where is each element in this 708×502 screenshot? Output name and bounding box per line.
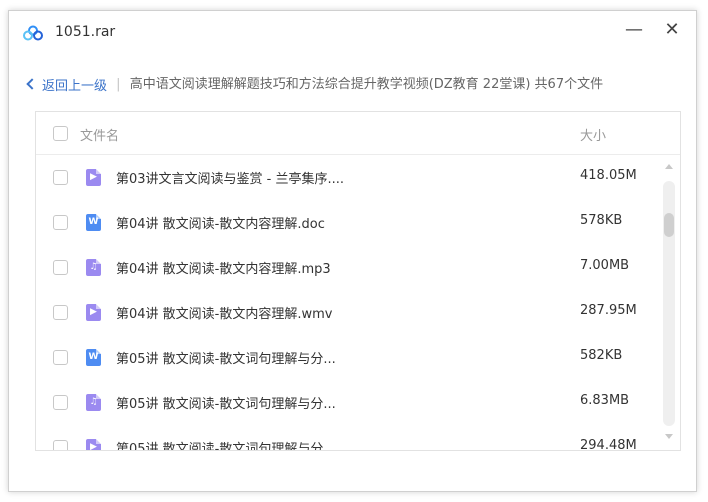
file-name: 第04讲 散文阅读-散文内容理解.doc <box>116 217 325 232</box>
word-doc-icon: W <box>86 349 101 366</box>
audio-file-icon: ♫ <box>86 259 101 276</box>
file-name: 第03讲文言文阅读与鉴赏 - 兰亭集序.... <box>116 172 345 187</box>
file-row[interactable]: ▶ 第05讲 散文阅读-散文词句理解与分... 294.48M <box>36 425 656 451</box>
close-button[interactable]: ✕ <box>657 15 687 45</box>
page-fold <box>96 259 101 264</box>
column-header-name[interactable]: 文件名 <box>80 125 119 144</box>
file-row[interactable]: ▶ 第03讲文言文阅读与鉴赏 - 兰亭集序.... 418.05M <box>36 155 656 200</box>
file-checkbox[interactable] <box>53 170 68 185</box>
page-fold <box>96 394 101 399</box>
video-file-icon: ▶ <box>86 169 101 186</box>
file-size: 582KB <box>580 348 623 363</box>
page-fold <box>96 439 101 444</box>
scrollbar-thumb[interactable] <box>664 213 674 237</box>
file-name: 第04讲 散文阅读-散文内容理解.mp3 <box>116 262 331 277</box>
file-name: 第04讲 散文阅读-散文内容理解.wmv <box>116 307 333 322</box>
breadcrumb-separator: | <box>116 77 121 92</box>
file-checkbox[interactable] <box>53 395 68 410</box>
list-header: 文件名 大小 <box>36 112 680 155</box>
back-button[interactable]: 返回上一级 <box>25 75 108 94</box>
back-label: 返回上一级 <box>42 78 108 94</box>
scroll-up-icon[interactable] <box>665 164 673 169</box>
folder-path: 高中语文阅读理解解题技巧和方法综合提升教学视频(DZ教育 22堂课) 共67个文… <box>129 77 604 92</box>
word-doc-icon: W <box>86 214 101 231</box>
file-list: ▶ 第03讲文言文阅读与鉴赏 - 兰亭集序.... 418.05M W 第04讲 散文阅… <box>36 155 656 451</box>
file-size: 287.95M <box>580 303 637 318</box>
scroll-down-icon[interactable] <box>665 434 673 439</box>
file-checkbox[interactable] <box>53 440 68 450</box>
file-size: 7.00MB <box>580 258 630 273</box>
page-fold <box>96 169 101 174</box>
file-row[interactable]: W 第04讲 散文阅读-散文内容理解.doc 578KB <box>36 200 656 245</box>
page-fold <box>96 214 101 219</box>
minimize-button[interactable]: — <box>619 15 649 45</box>
file-size: 294.48M <box>580 438 637 451</box>
file-size: 6.83MB <box>580 393 630 408</box>
file-size: 578KB <box>580 213 623 228</box>
file-checkbox[interactable] <box>53 215 68 230</box>
column-header-size[interactable]: 大小 <box>580 125 606 144</box>
file-list-panel: 文件名 大小 ▶ 第03讲文言文阅读与鉴赏 - 兰亭集序.... 418.05M W 第… <box>35 111 681 451</box>
page-fold <box>96 304 101 309</box>
archive-window: 1051.rar — ✕ 返回上一级 | 高中语文阅读理解解题技巧和方法综合提升… <box>8 10 697 492</box>
file-row[interactable]: W 第05讲 散文阅读-散文词句理解与分... 582KB <box>36 335 656 380</box>
file-name: 第05讲 散文阅读-散文词句理解与分... <box>116 352 336 367</box>
file-name: 第05讲 散文阅读-散文词句理解与分... <box>116 397 336 412</box>
file-checkbox[interactable] <box>53 305 68 320</box>
audio-file-icon: ♫ <box>86 394 101 411</box>
file-row[interactable]: ♫ 第04讲 散文阅读-散文内容理解.mp3 7.00MB <box>36 245 656 290</box>
file-row[interactable]: ▶ 第04讲 散文阅读-散文内容理解.wmv 287.95M <box>36 290 656 335</box>
file-name: 第05讲 散文阅读-散文词句理解与分... <box>116 442 336 451</box>
window-title: 1051.rar <box>55 24 116 40</box>
video-file-icon: ▶ <box>86 304 101 321</box>
select-all-checkbox[interactable] <box>53 126 68 141</box>
video-file-icon: ▶ <box>86 439 101 450</box>
file-checkbox[interactable] <box>53 260 68 275</box>
page-fold <box>96 349 101 354</box>
file-row[interactable]: ♫ 第05讲 散文阅读-散文词句理解与分... 6.83MB <box>36 380 656 425</box>
chevron-left-icon <box>26 78 38 90</box>
baidu-netdisk-cloud-icon <box>23 25 43 41</box>
file-checkbox[interactable] <box>53 350 68 365</box>
scrollbar-track[interactable] <box>663 181 675 426</box>
vertical-scrollbar[interactable] <box>662 164 676 444</box>
title-bar[interactable]: 1051.rar — ✕ <box>9 11 696 55</box>
breadcrumb: 返回上一级 | 高中语文阅读理解解题技巧和方法综合提升教学视频(DZ教育 22堂… <box>25 73 685 93</box>
file-size: 418.05M <box>580 168 637 183</box>
